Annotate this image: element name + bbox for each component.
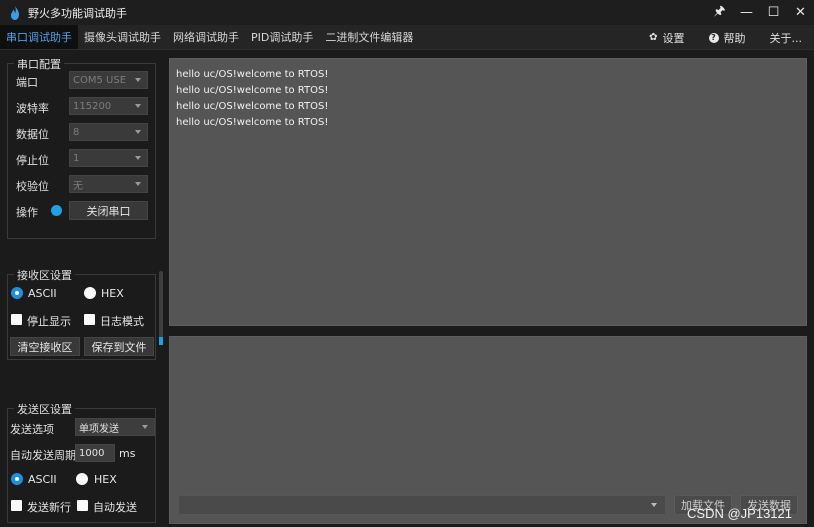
baud-select[interactable]: 115200 [69,97,148,115]
tab-camera-debug[interactable]: 摄像头调试助手 [78,25,167,49]
recv-ascii-radio[interactable] [11,287,23,299]
window-title: 野火多功能调试助手 [28,6,127,20]
stop-bits-label: 停止位 [16,154,49,167]
auto-period-unit: ms [119,447,136,460]
serial-config-title: 串口配置 [14,56,64,72]
settings-label: 设置 [662,31,685,45]
maximize-button[interactable]: ☐ [760,0,787,25]
splitter-handle[interactable] [159,337,163,345]
scrollbar-thumb[interactable] [159,271,163,341]
close-port-button[interactable]: 关闭串口 [69,201,148,220]
settings-button[interactable]: ✿ 设置 [637,25,696,50]
auto-send-checkbox[interactable] [77,500,88,511]
stop-bits-value: 1 [73,152,80,164]
watermark: CSDN @JP13121 [687,506,792,521]
chevron-down-icon [135,130,141,134]
port-value: COM5 USE [73,74,127,86]
chevron-down-icon [135,182,141,186]
minimize-button[interactable]: — [733,0,760,25]
send-ascii-label: ASCII [28,473,57,486]
receive-line: hello uc/OS!welcome to RTOS! [176,85,329,96]
send-hex-radio[interactable] [76,473,88,485]
tab-serial-debug[interactable]: 串口调试助手 [0,25,78,49]
send-textarea[interactable]: 加载文件 发送数据 [169,336,807,524]
receive-line: hello uc/OS!welcome to RTOS! [176,101,329,112]
auto-period-input[interactable]: 1000 [75,444,115,462]
tab-binary-editor[interactable]: 二进制文件编辑器 [319,25,419,49]
baud-value: 115200 [73,100,112,112]
parity-select[interactable]: 无 [69,175,148,193]
stop-bits-select[interactable]: 1 [69,149,148,167]
left-panel: 串口配置 端口 COM5 USE 波特率 115200 数据位 8 停止位 1 … [0,51,168,527]
close-button[interactable]: ✕ [787,0,814,25]
chevron-down-icon [142,425,148,429]
stop-display-checkbox[interactable] [11,314,22,325]
send-newline-checkbox[interactable] [11,500,22,511]
send-option-select[interactable]: 单项发送 [75,418,155,436]
help-label: 帮助 [723,31,746,45]
log-mode-checkbox[interactable] [84,314,95,325]
parity-label: 校验位 [16,180,49,193]
help-icon: ? [708,32,719,43]
flame-icon [11,5,19,20]
receive-settings-title: 接收区设置 [14,267,75,283]
data-bits-value: 8 [73,126,80,138]
send-newline-label: 发送新行 [27,501,71,514]
stop-display-label: 停止显示 [27,315,71,328]
send-history-select[interactable] [178,495,666,515]
receive-textarea[interactable]: hello uc/OS!welcome to RTOS! hello uc/OS… [169,58,807,326]
recv-hex-radio[interactable] [84,287,96,299]
tab-pid-debug[interactable]: PID调试助手 [245,25,319,49]
send-ascii-radio[interactable] [11,473,23,485]
gear-icon: ✿ [649,32,658,43]
send-settings-title: 发送区设置 [14,401,75,417]
clear-receive-button[interactable]: 清空接收区 [10,337,80,356]
send-option-value: 单项发送 [79,423,119,435]
auto-send-label: 自动发送 [93,501,137,514]
send-option-label: 发送选项 [10,423,54,436]
tab-network-debug[interactable]: 网络调试助手 [167,25,245,49]
log-mode-label: 日志模式 [100,315,144,328]
tab-bar: 串口调试助手 摄像头调试助手 网络调试助手 PID调试助手 二进制文件编辑器 ✿… [0,25,814,50]
recv-ascii-label: ASCII [28,287,57,300]
save-to-file-button[interactable]: 保存到文件 [84,337,154,356]
title-bar: 野火多功能调试助手 🖈 — ☐ ✕ [0,0,814,25]
data-bits-label: 数据位 [16,128,49,141]
recv-hex-label: HEX [101,287,124,300]
operation-label: 操作 [16,206,38,219]
parity-value: 无 [73,180,83,192]
baud-label: 波特率 [16,102,49,115]
about-button[interactable]: 关于... [758,25,814,50]
status-indicator [51,205,62,216]
send-hex-label: HEX [94,473,117,486]
help-button[interactable]: ? 帮助 [697,25,758,50]
receive-line: hello uc/OS!welcome to RTOS! [176,69,329,80]
auto-period-value: 1000 [79,447,105,459]
chevron-down-icon [135,156,141,160]
port-select[interactable]: COM5 USE [69,71,148,89]
chevron-down-icon [651,503,657,507]
auto-period-label: 自动发送周期 [10,449,76,462]
chevron-down-icon [135,104,141,108]
receive-line: hello uc/OS!welcome to RTOS! [176,117,329,128]
data-bits-select[interactable]: 8 [69,123,148,141]
pin-icon[interactable]: 🖈 [706,0,733,25]
chevron-down-icon [135,78,141,82]
port-label: 端口 [16,76,38,89]
